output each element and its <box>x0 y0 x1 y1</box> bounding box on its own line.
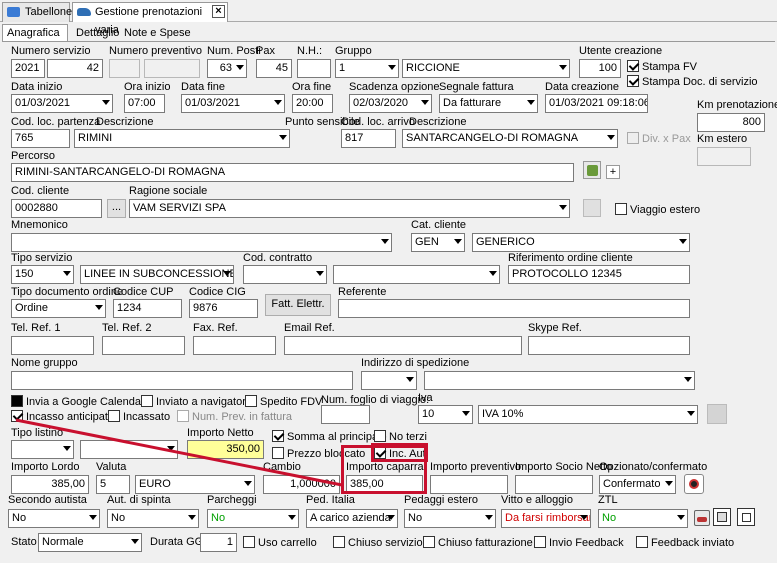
chevron-down-icon <box>89 515 97 520</box>
label-aut-spinta: Aut. di spinta <box>107 494 171 506</box>
stato-value: Normale <box>42 536 84 548</box>
chevron-down-icon <box>188 515 196 520</box>
chevron-down-icon <box>580 515 588 520</box>
label-secondo-autista: Secondo autista <box>8 494 87 506</box>
label-pedaggi-estero: Pedaggi estero <box>404 494 478 506</box>
label-ped-italia: Ped. Italia <box>306 494 355 506</box>
label-stato: Stato <box>11 536 37 548</box>
checkbox-label: Chiuso servizio <box>348 537 423 549</box>
uso-carrello-checkbox[interactable]: Uso carrello <box>243 536 317 550</box>
secondo-autista-value: No <box>12 512 27 524</box>
label-durata: Durata GG <box>150 536 204 548</box>
checkbox-box <box>333 536 345 548</box>
parcheggi-select[interactable]: No <box>207 509 299 528</box>
ztl-select[interactable]: No <box>598 509 688 528</box>
ped-italia-select[interactable]: A carico azienda <box>306 509 398 528</box>
label-parcheggi: Parcheggi <box>207 494 257 506</box>
highlight-arrow <box>15 418 343 487</box>
feedback-inviato-checkbox[interactable]: Feedback inviato <box>636 536 734 550</box>
checkbox-box <box>423 536 435 548</box>
chevron-down-icon <box>288 515 296 520</box>
ztl-value: No <box>602 512 617 524</box>
chevron-down-icon <box>131 539 139 544</box>
aut-spinta-value: No <box>111 512 126 524</box>
stato-select[interactable]: Normale <box>38 533 142 552</box>
parcheggi-value: No <box>211 512 226 524</box>
copy-icon[interactable] <box>737 508 755 526</box>
label-ztl: ZTL <box>598 494 618 506</box>
vitto-select[interactable]: Da farsi rimborsare <box>501 509 591 528</box>
documents-icon[interactable] <box>713 508 731 526</box>
vitto-value: Da farsi rimborsare <box>505 512 591 524</box>
secondo-autista-select[interactable]: No <box>8 509 100 528</box>
copy-sheet <box>742 513 751 522</box>
pedaggi-estero-value: No <box>408 512 423 524</box>
ped-italia-value: A carico azienda <box>310 512 391 524</box>
chiuso-fatturazione-checkbox[interactable]: Chiuso fatturazione <box>423 536 533 550</box>
aut-spinta-select[interactable]: No <box>107 509 199 528</box>
checkbox-box <box>534 536 546 548</box>
checkbox-label: Chiuso fatturazione <box>438 537 533 549</box>
durata-field[interactable]: 1 <box>200 533 237 552</box>
checkbox-label: Feedback inviato <box>651 537 735 549</box>
invio-feedback-checkbox[interactable]: Invio Feedback <box>534 536 624 550</box>
chiuso-servizio-checkbox[interactable]: Chiuso servizio <box>333 536 423 550</box>
car-body <box>697 517 707 522</box>
doc-sheet <box>717 512 727 522</box>
checkbox-label: Invio Feedback <box>549 537 624 549</box>
label-vitto: Vitto e alloggio <box>501 494 573 506</box>
chevron-down-icon <box>677 515 685 520</box>
pedaggi-estero-select[interactable]: No <box>404 509 496 528</box>
checkbox-label: Uso carrello <box>258 537 317 549</box>
chevron-down-icon <box>387 515 395 520</box>
checkbox-box <box>636 536 648 548</box>
car-icon[interactable] <box>694 510 710 526</box>
chevron-down-icon <box>485 515 493 520</box>
checkbox-box <box>243 536 255 548</box>
